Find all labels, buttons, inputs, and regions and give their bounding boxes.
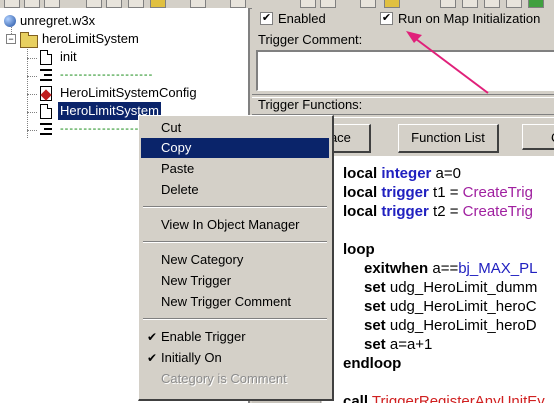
run-on-init-checkbox[interactable]: ✔ — [380, 12, 393, 25]
menu-item-label: Initially On — [161, 350, 222, 365]
toolbar-button[interactable] — [440, 0, 456, 8]
menu-item-category-is-comment: Category is Comment — [161, 371, 287, 386]
map-icon — [4, 15, 16, 27]
trigger-icon — [40, 104, 52, 119]
code-line: endloop — [343, 355, 402, 372]
toolbar-button[interactable] — [320, 0, 336, 8]
tree-item-label: -------------------- — [60, 69, 154, 81]
tree-item-label: heroLimitSystem — [42, 31, 139, 46]
enabled-checkbox[interactable]: ✔ — [260, 12, 273, 25]
folder-icon — [20, 32, 38, 48]
tree-item-label: unregret.w3x — [20, 13, 96, 28]
menu-item-copy[interactable]: Copy — [141, 138, 329, 158]
toolbar-button[interactable] — [462, 0, 478, 8]
trigger-icon — [40, 50, 52, 65]
code-line: local trigger t2 = CreateTrig — [343, 203, 533, 220]
code-line: set udg_HeroLimit_heroC — [364, 298, 537, 315]
toolbar-button[interactable] — [150, 0, 166, 8]
comment-icon — [40, 69, 52, 81]
code-line: local trigger t1 = CreateTrig — [343, 184, 533, 201]
toolbar-button[interactable] — [106, 0, 122, 8]
menu-separator — [143, 318, 327, 320]
code-editor[interactable]: local integer a=0 local trigger t1 = Cre… — [322, 156, 554, 403]
extra-button[interactable]: C — [522, 124, 554, 150]
tree-item-label: init — [60, 49, 77, 64]
toolbar-button[interactable] — [128, 0, 144, 8]
function-list-button[interactable]: Function List — [398, 124, 499, 153]
menu-item-cut[interactable]: Cut — [141, 118, 329, 138]
disabled-trigger-icon — [40, 86, 52, 101]
toolbar-button[interactable] — [230, 0, 246, 8]
menu-item-new-trigger-comment[interactable]: New Trigger Comment — [141, 292, 329, 312]
enabled-label: Enabled — [278, 11, 326, 26]
tree-connector — [27, 112, 37, 113]
menu-item-new-category[interactable]: New Category — [141, 250, 329, 270]
toolbar-button[interactable] — [484, 0, 500, 8]
menu-item-enable-trigger[interactable]: ✔ Enable Trigger — [141, 327, 329, 347]
checkmark-icon: ✔ — [147, 330, 158, 344]
toolbar-button[interactable] — [190, 0, 206, 8]
menu-item-paste[interactable]: Paste — [141, 159, 329, 179]
menu-item-delete[interactable]: Delete — [141, 180, 329, 200]
toolbar-button[interactable] — [86, 0, 102, 8]
code-line: set udg_HeroLimit_dumm — [364, 279, 538, 296]
menu-item-new-trigger[interactable]: New Trigger — [141, 271, 329, 291]
run-on-init-label: Run on Map Initialization — [398, 11, 541, 26]
toolbar-button[interactable] — [4, 0, 20, 8]
code-line: loop — [343, 241, 375, 258]
code-line: call TriggerRegisterAnyUnitEv — [343, 393, 545, 403]
tree-item-label: HeroLimitSystemConfig — [60, 85, 197, 100]
menu-item-initially-on[interactable]: ✔ Initially On — [141, 348, 329, 368]
tree-connector — [27, 130, 37, 131]
menu-separator — [143, 206, 327, 208]
toolbar-button[interactable] — [300, 0, 316, 8]
tree-connector — [27, 46, 28, 138]
toolbar-button[interactable] — [384, 0, 400, 8]
menu-item-label: Enable Trigger — [161, 329, 246, 344]
tree-connector — [27, 94, 37, 95]
context-menu: Cut Copy Paste Delete View In Object Man… — [138, 115, 334, 401]
menu-item-view-in-object-manager[interactable]: View In Object Manager — [141, 215, 329, 235]
comment-icon — [40, 123, 52, 135]
menu-separator — [143, 241, 327, 243]
trigger-functions-label: Trigger Functions: — [258, 97, 363, 112]
code-line: set a=a+1 — [364, 336, 433, 353]
tree-connector — [27, 58, 37, 59]
code-line: local integer a=0 — [343, 165, 461, 182]
trigger-comment-label: Trigger Comment: — [258, 32, 363, 47]
collapse-icon[interactable]: − — [6, 34, 16, 44]
toolbar-button[interactable] — [360, 0, 376, 8]
code-line: exitwhen a==bj_MAX_PL — [364, 260, 538, 277]
tree-connector — [27, 76, 37, 77]
toolbar-button[interactable] — [44, 0, 60, 8]
toolbar-button[interactable] — [528, 0, 544, 8]
toolbar-button[interactable] — [24, 0, 40, 8]
toolbar-button[interactable] — [506, 0, 522, 8]
code-line: set udg_HeroLimit_heroD — [364, 317, 537, 334]
trigger-comment-field[interactable] — [256, 50, 554, 91]
checkmark-icon: ✔ — [147, 351, 158, 365]
